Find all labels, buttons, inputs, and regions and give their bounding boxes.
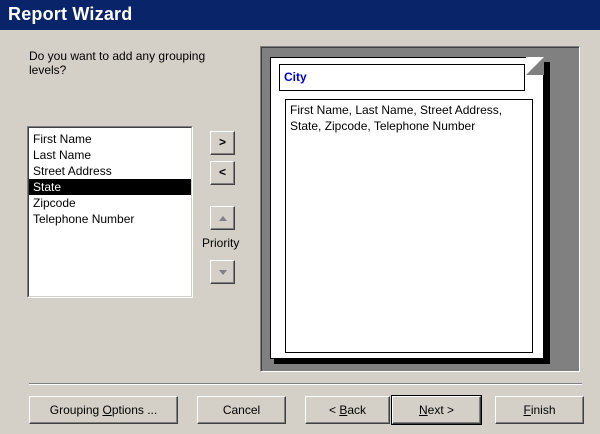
grouping-prompt: Do you want to add any grouping levels? [29, 49, 206, 77]
field-list-item[interactable]: Telephone Number [29, 211, 191, 227]
detail-box: First Name, Last Name, Street Address, S… [285, 99, 533, 353]
up-arrow-icon [218, 216, 227, 221]
group-header-label: City [284, 70, 307, 84]
next-text-b: ext > [427, 403, 455, 417]
field-list-item[interactable]: Street Address [29, 163, 191, 179]
available-fields-list[interactable]: First Name Last Name Street Address State Zi… [27, 126, 193, 298]
separator-light [29, 384, 582, 385]
next-button[interactable]: Next > [391, 395, 482, 425]
back-button[interactable]: < Back [305, 396, 390, 424]
add-grouping-button[interactable]: > [210, 131, 235, 155]
remove-grouping-button[interactable]: < [210, 161, 235, 185]
priority-down-button[interactable] [210, 260, 235, 284]
back-text-a: < [328, 403, 340, 417]
grouping-options-accel: O [102, 403, 112, 417]
preview-page: City First Name, Last Name, Street Addre… [270, 57, 544, 359]
field-list: First Name Last Name Street Address State Zi… [29, 128, 191, 227]
page-fold-corner [526, 57, 544, 75]
priority-label: Priority [202, 236, 240, 250]
finish-accel: F [523, 403, 531, 417]
back-text-b: ack [347, 403, 367, 417]
finish-button[interactable]: Finish [495, 396, 584, 424]
down-arrow-icon [218, 270, 227, 275]
priority-up-button[interactable] [210, 206, 235, 230]
field-list-item[interactable]: Last Name [29, 147, 191, 163]
title-bar[interactable]: Report Wizard [0, 0, 600, 30]
group-header-box: City [279, 64, 525, 91]
finish-text-b: inish [530, 403, 556, 417]
field-list-item[interactable]: State [29, 179, 191, 195]
next-accel: N [418, 403, 428, 417]
detail-fields-text: First Name, Last Name, Street Address, S… [290, 103, 503, 133]
report-wizard-window: Report Wizard Do you want to add any gro… [0, 0, 600, 434]
grouping-options-text-a: Grouping [49, 403, 103, 417]
cancel-button[interactable]: Cancel [197, 396, 286, 424]
field-list-item[interactable]: First Name [29, 131, 191, 147]
grouping-options-button[interactable]: Grouping Options ... [29, 396, 178, 424]
field-list-item[interactable]: Zipcode [29, 195, 191, 211]
window-title: Report Wizard [8, 4, 133, 24]
grouping-options-text-b: ptions ... [111, 403, 158, 417]
